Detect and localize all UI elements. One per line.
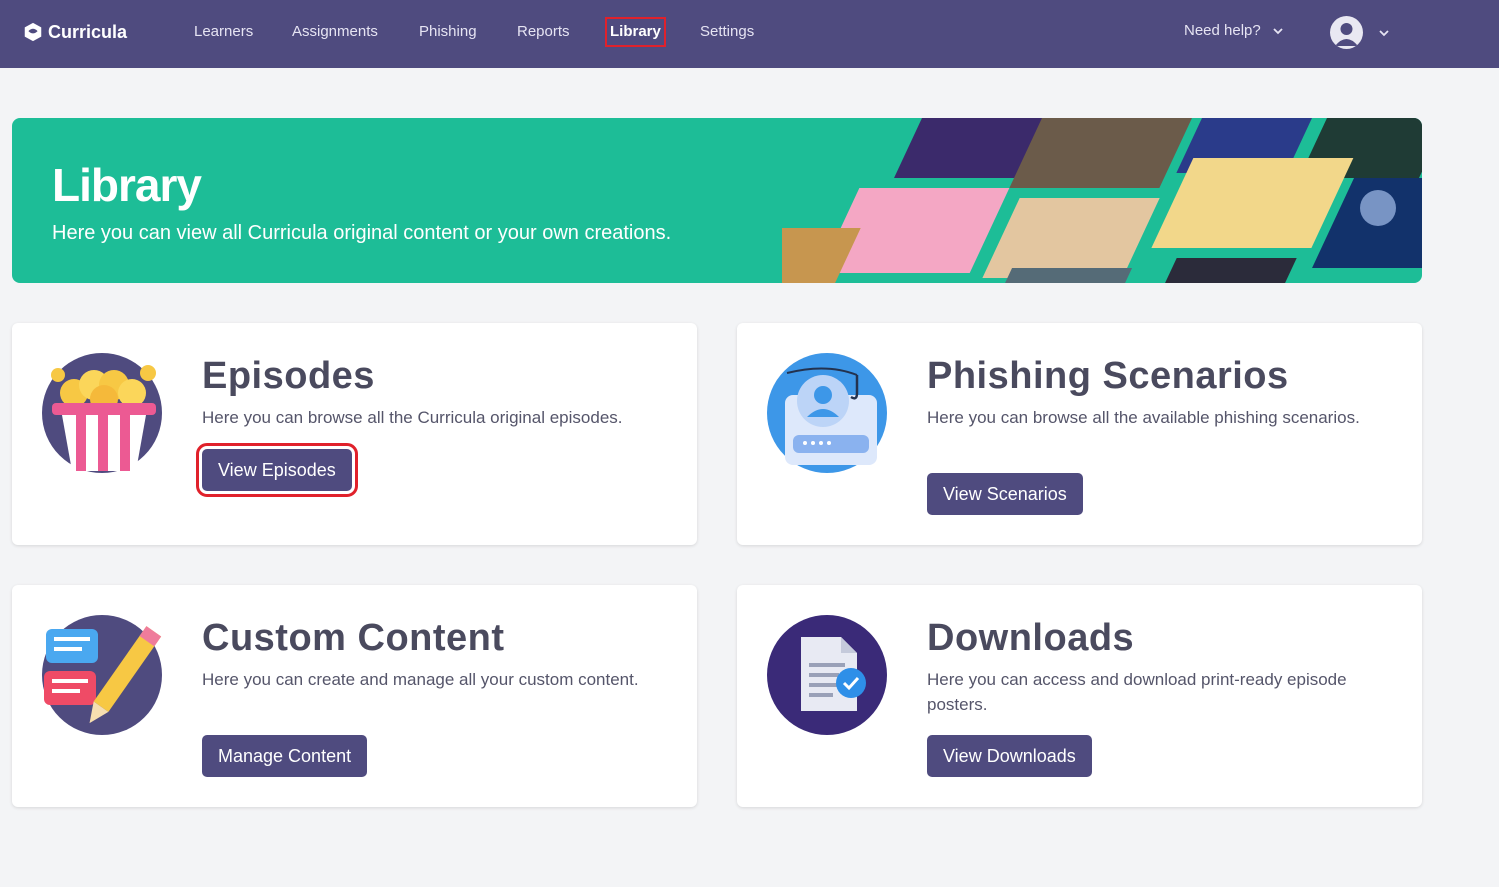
nav-library[interactable]: Library bbox=[605, 17, 666, 47]
episodes-card: Episodes Here you can browse all the Cur… bbox=[12, 323, 697, 545]
downloads-card: Downloads Here you can access and downlo… bbox=[737, 585, 1422, 807]
card-title: Episodes bbox=[202, 355, 375, 397]
custom-content-card: Custom Content Here you can create and m… bbox=[12, 585, 697, 807]
avatar bbox=[1330, 16, 1363, 49]
card-description: Here you can create and manage all your … bbox=[202, 670, 639, 689]
chevron-down-icon bbox=[1273, 27, 1283, 34]
nav-assignments[interactable]: Assignments bbox=[292, 22, 378, 42]
card-description: Here you can browse all the available ph… bbox=[927, 408, 1360, 427]
pencil-chat-icon bbox=[42, 615, 162, 735]
view-scenarios-button[interactable]: View Scenarios bbox=[927, 473, 1083, 515]
user-menu[interactable] bbox=[1330, 16, 1391, 49]
card-title: Downloads bbox=[927, 617, 1135, 659]
library-banner: Library Here you can view all Curricula … bbox=[12, 118, 1422, 283]
help-menu[interactable]: Need help? bbox=[1184, 22, 1285, 39]
card-description: Here you can browse all the Curricula or… bbox=[202, 408, 623, 427]
chevron-down-icon bbox=[1379, 29, 1389, 36]
phishing-scenarios-card: Phishing Scenarios Here you can browse a… bbox=[737, 323, 1422, 545]
manage-content-button[interactable]: Manage Content bbox=[202, 735, 368, 777]
page-title: Library bbox=[52, 159, 202, 211]
phishing-hook-icon bbox=[767, 353, 887, 473]
help-label: Need help? bbox=[1184, 22, 1261, 39]
document-check-icon bbox=[767, 615, 887, 735]
view-downloads-button[interactable]: View Downloads bbox=[927, 735, 1092, 777]
top-nav: Curricula Learners Assignments Phishing … bbox=[0, 0, 1499, 68]
card-description: Here you can access and download print-r… bbox=[927, 670, 1347, 714]
nav-phishing[interactable]: Phishing bbox=[419, 22, 477, 42]
page-subtitle: Here you can view all Curricula original… bbox=[52, 222, 672, 244]
view-episodes-button[interactable]: View Episodes bbox=[196, 443, 358, 497]
popcorn-icon bbox=[42, 353, 162, 473]
curricula-logo-icon bbox=[24, 22, 42, 42]
episode-collage-image bbox=[782, 118, 1422, 283]
brand-name: Curricula bbox=[48, 21, 128, 42]
nav-reports[interactable]: Reports bbox=[517, 22, 570, 42]
brand-logo[interactable]: Curricula bbox=[22, 19, 127, 45]
card-title: Phishing Scenarios bbox=[927, 355, 1289, 397]
user-icon bbox=[1335, 23, 1358, 46]
nav-learners[interactable]: Learners bbox=[194, 22, 253, 42]
card-title: Custom Content bbox=[202, 617, 505, 659]
nav-settings[interactable]: Settings bbox=[700, 22, 754, 42]
